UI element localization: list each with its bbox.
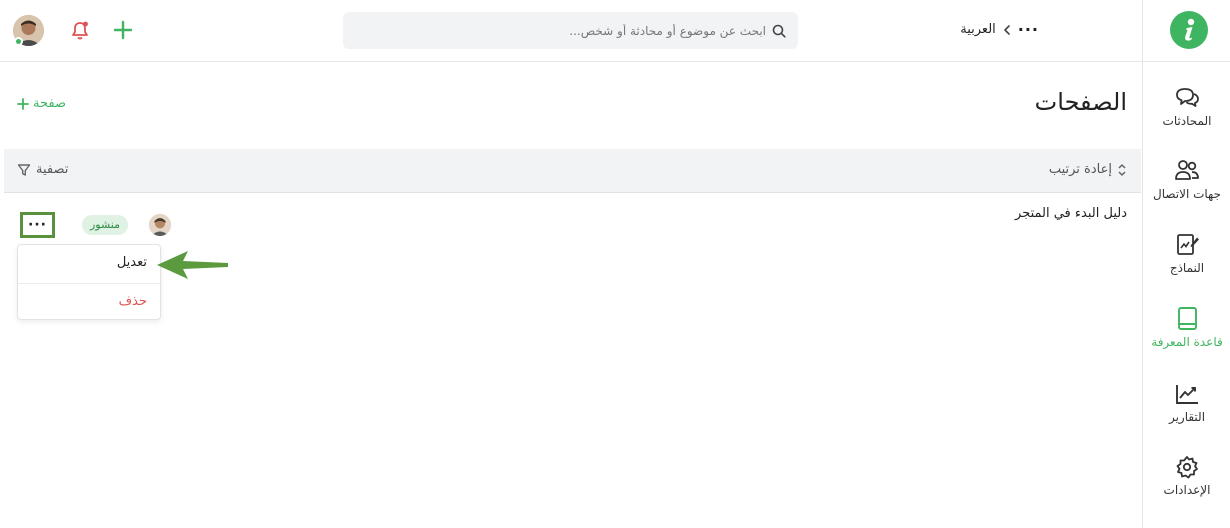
sidebar-item-label: النماذج xyxy=(1169,261,1205,275)
reorder-button[interactable]: إعادة ترتيب xyxy=(1049,162,1127,177)
plus-icon xyxy=(17,97,29,110)
search-input[interactable] xyxy=(366,23,766,38)
annotation-arrow-icon xyxy=(157,251,228,279)
filter-button[interactable]: تصفية xyxy=(17,162,68,177)
sidebar: المحادثات جهات الاتصال النماذج قاعدة الم… xyxy=(1142,0,1230,528)
list-toolbar: إعادة ترتيب تصفية xyxy=(4,149,1141,193)
row-more-options-button[interactable]: ··· xyxy=(20,212,55,238)
row-options-menu: تعديل حذف xyxy=(17,244,161,320)
top-bar: ··· العربية xyxy=(0,0,1142,62)
online-status-dot xyxy=(14,37,23,46)
book-icon xyxy=(1178,307,1197,330)
sidebar-item-forms[interactable]: النماذج xyxy=(1143,231,1230,275)
reorder-label: إعادة ترتيب xyxy=(1048,162,1112,177)
sidebar-item-reports[interactable]: التقارير xyxy=(1143,380,1230,424)
sidebar-item-conversations[interactable]: المحادثات xyxy=(1143,84,1230,128)
status-badge: منشور xyxy=(82,215,129,235)
add-page-button[interactable]: صفحة xyxy=(17,96,66,111)
search-icon xyxy=(772,24,786,38)
chevron-left-icon xyxy=(1003,24,1010,35)
sidebar-item-label: المحادثات xyxy=(1162,114,1212,128)
settings-gear-icon xyxy=(1176,456,1198,479)
info-logo-icon[interactable] xyxy=(1170,11,1208,49)
breadcrumb: ··· العربية xyxy=(960,20,1039,39)
contacts-icon xyxy=(1175,160,1199,180)
reports-chart-icon xyxy=(1176,385,1198,404)
sidebar-item-label: قاعدة المعرفة xyxy=(1151,335,1223,349)
breadcrumb-more-icon[interactable]: ··· xyxy=(1018,20,1039,39)
sidebar-item-settings[interactable]: الإعدادات xyxy=(1143,453,1230,497)
filter-label: تصفية xyxy=(36,162,69,177)
menu-divider xyxy=(18,283,160,284)
global-search[interactable] xyxy=(343,12,798,49)
menu-item-edit[interactable]: تعديل xyxy=(117,255,147,270)
chat-bubbles-icon xyxy=(1176,88,1199,107)
breadcrumb-current[interactable]: العربية xyxy=(960,22,996,37)
forms-icon xyxy=(1177,234,1199,255)
page-title: الصفحات xyxy=(1034,88,1127,116)
sidebar-item-contacts[interactable]: جهات الاتصال xyxy=(1143,157,1230,201)
sidebar-item-label: التقارير xyxy=(1168,410,1206,424)
page-row-title[interactable]: دليل البدء في المتجر xyxy=(1015,206,1127,221)
sidebar-divider xyxy=(1143,61,1230,62)
add-page-label: صفحة xyxy=(33,96,66,111)
add-new-icon[interactable] xyxy=(112,19,134,45)
author-avatar xyxy=(149,214,171,236)
sidebar-item-knowledge-base[interactable]: قاعدة المعرفة xyxy=(1143,305,1230,349)
sidebar-item-label: جهات الاتصال xyxy=(1152,187,1221,201)
menu-item-delete[interactable]: حذف xyxy=(119,294,147,309)
sort-arrows-icon xyxy=(1118,163,1126,176)
sidebar-item-label: الإعدادات xyxy=(1163,483,1211,497)
more-dots-icon: ··· xyxy=(28,217,47,233)
notification-bell-icon[interactable] xyxy=(69,20,91,46)
filter-funnel-icon xyxy=(17,163,31,176)
